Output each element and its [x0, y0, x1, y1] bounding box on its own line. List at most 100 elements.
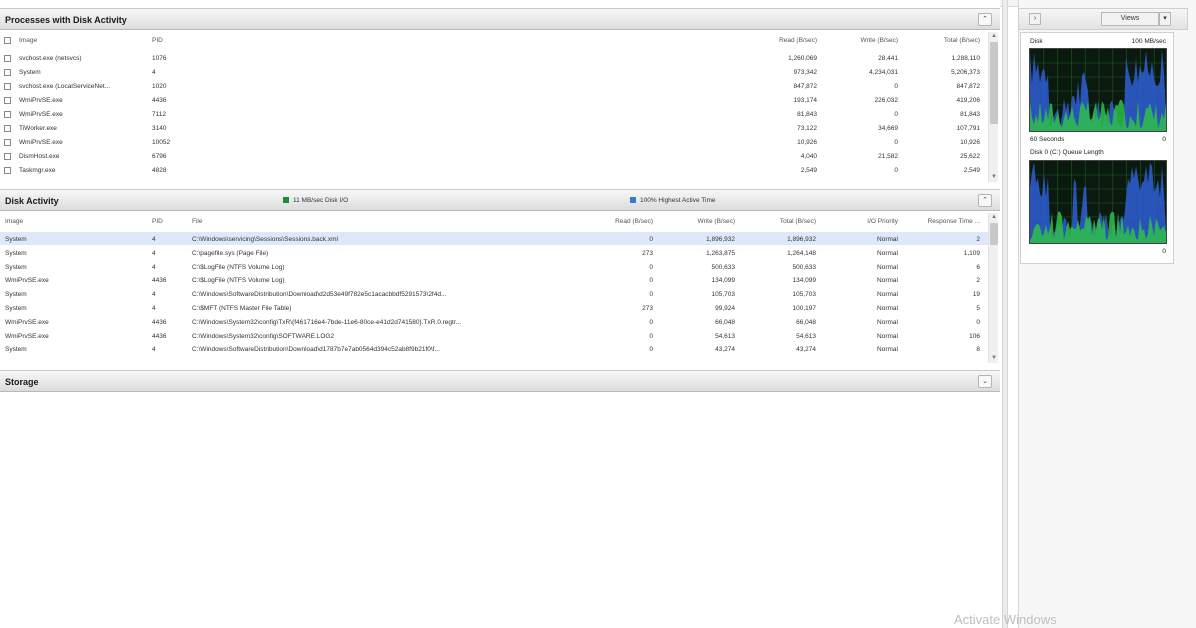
disk-activity-collapse-button[interactable]: ⌃ [978, 194, 992, 207]
table-cell: 81,843 [797, 111, 817, 118]
column-header[interactable]: Read (B/sec) [585, 218, 653, 225]
processes-title: Processes with Disk Activity [5, 15, 127, 25]
table-cell: WmiPrvSE.exe [5, 318, 49, 326]
table-cell: 4436 [152, 318, 167, 326]
table-cell: Normal [877, 249, 898, 257]
scroll-up-icon[interactable]: ▲ [989, 32, 999, 41]
table-cell: 226,032 [874, 97, 899, 104]
table-cell: C:\$MFT (NTFS Master File Table) [192, 305, 292, 312]
select-all-checkbox[interactable] [4, 37, 11, 44]
table-cell: 0 [894, 111, 898, 118]
row-checkbox[interactable] [4, 167, 11, 174]
table-cell: 99,924 [715, 305, 735, 312]
disk-graph-scale: 100 MB/sec [1131, 38, 1166, 45]
table-cell: 73,122 [797, 125, 817, 132]
table-cell: 0 [894, 167, 898, 174]
processes-scrollbar[interactable]: ▲ ▼ [988, 32, 998, 182]
disk-activity-section-header[interactable]: Disk Activity 11 MB/sec Disk I/O 100% Hi… [0, 189, 1000, 211]
table-cell: 847,872 [956, 83, 981, 90]
table-cell: 4436 [152, 332, 167, 340]
row-checkbox[interactable] [4, 111, 11, 118]
row-checkbox[interactable] [4, 139, 11, 146]
table-cell: 6796 [152, 153, 167, 160]
row-checkbox[interactable] [4, 55, 11, 62]
column-header[interactable]: Read (B/sec) [730, 37, 817, 44]
scroll-down-icon[interactable]: ▼ [989, 354, 999, 363]
table-cell: 1,288,110 [951, 55, 980, 62]
column-header[interactable]: Write (B/sec) [658, 218, 735, 225]
column-header[interactable]: I/O Priority [830, 218, 898, 225]
views-button[interactable]: Views [1101, 12, 1159, 26]
row-checkbox[interactable] [4, 97, 11, 104]
table-cell: Normal [877, 332, 898, 340]
table-cell: 273 [642, 305, 653, 312]
column-header[interactable]: File [192, 218, 582, 225]
table-cell: 66,048 [715, 318, 735, 326]
table-cell: 0 [649, 332, 653, 340]
storage-title: Storage [5, 377, 39, 387]
graph-plot [1030, 161, 1166, 243]
table-cell: C:\$LogFile (NTFS Volume Log) [192, 277, 285, 285]
chevron-right-icon[interactable]: › [1029, 13, 1041, 25]
table-cell: 5,206,373 [951, 69, 980, 76]
table-cell: 4,234,031 [869, 69, 898, 76]
table-cell: 1,264,148 [787, 249, 816, 257]
column-header[interactable]: Write (B/sec) [820, 37, 898, 44]
table-cell: 4 [152, 236, 156, 243]
table-cell: 107,791 [956, 125, 981, 132]
row-checkbox[interactable] [4, 125, 11, 132]
table-cell: 4436 [152, 277, 167, 285]
table-cell: 54,613 [796, 332, 816, 340]
scroll-up-icon[interactable]: ▲ [989, 213, 999, 222]
table-cell: 1,896,932 [706, 236, 735, 243]
table-cell: 21,582 [878, 153, 898, 160]
row-checkbox[interactable] [4, 153, 11, 160]
scroll-thumb[interactable] [990, 42, 998, 124]
column-header[interactable]: Total (B/sec) [900, 37, 980, 44]
table-cell: 419,206 [956, 97, 981, 104]
table-cell: 4,040 [800, 153, 817, 160]
disk-activity-title: Disk Activity [5, 196, 59, 206]
storage-section-header[interactable]: Storage ⌄ [0, 370, 1000, 392]
chevron-down-icon[interactable]: ▾ [1159, 12, 1171, 26]
table-cell: 5 [976, 305, 980, 312]
row-checkbox[interactable] [4, 83, 11, 90]
processes-section-header[interactable]: Processes with Disk Activity ⌃ [0, 8, 1000, 30]
table-cell: 4 [152, 69, 156, 76]
table-cell: 25,622 [960, 153, 980, 160]
table-cell: svchost.exe (netsvcs) [19, 55, 82, 62]
table-cell: 2,549 [963, 167, 980, 174]
table-cell: Normal [877, 263, 898, 271]
column-header[interactable]: PID [152, 218, 182, 225]
column-header[interactable]: Response Time ... [902, 218, 980, 225]
main-panel: Processes with Disk Activity ⌃ Image PID R… [0, 0, 1000, 628]
graph1-zero-label: 0 [1162, 136, 1166, 143]
row-checkbox[interactable] [4, 69, 11, 76]
table-cell: WmiPrvSE.exe [19, 97, 63, 104]
column-header[interactable]: Image [5, 218, 145, 225]
storage-expand-button[interactable]: ⌄ [978, 375, 992, 388]
column-header[interactable]: Total (B/sec) [738, 218, 816, 225]
table-cell: 66,048 [796, 318, 816, 326]
table-cell: Normal [877, 236, 898, 243]
table-cell: WmiPrvSE.exe [5, 277, 49, 285]
table-cell: 1,109 [963, 249, 980, 257]
scroll-thumb[interactable] [990, 223, 998, 245]
scroll-down-icon[interactable]: ▼ [989, 173, 999, 182]
column-header[interactable]: PID [152, 37, 192, 44]
table-cell: DismHost.exe [19, 153, 60, 160]
table-cell: 0 [649, 346, 653, 354]
table-cell: 273 [642, 249, 653, 257]
table-cell: 1,896,932 [787, 236, 816, 243]
processes-collapse-button[interactable]: ⌃ [978, 13, 992, 26]
panel-splitter[interactable] [1002, 0, 1008, 628]
green-square-icon [283, 197, 289, 203]
disk-io-indicator: 11 MB/sec Disk I/O [283, 197, 348, 204]
disk-activity-scrollbar[interactable]: ▲ ▼ [988, 213, 998, 363]
column-header[interactable]: Image [19, 37, 139, 44]
table-cell: 193,174 [793, 97, 818, 104]
table-cell: 7112 [152, 111, 166, 118]
table-cell: 4 [152, 291, 156, 299]
disk-throughput-graph [1029, 48, 1167, 132]
table-cell: Normal [877, 305, 898, 312]
